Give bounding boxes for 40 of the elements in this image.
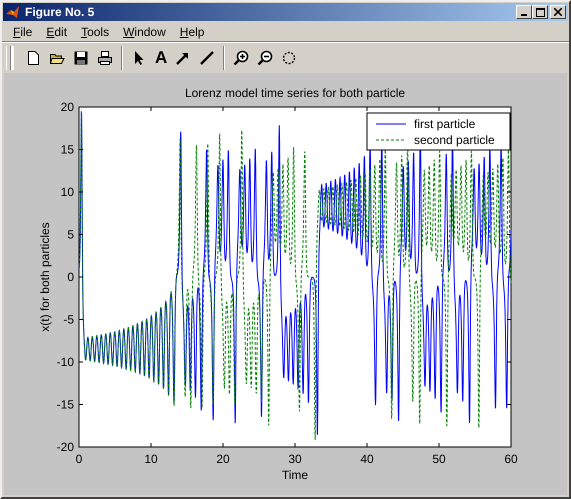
x-tick-label: 50 bbox=[432, 452, 446, 466]
x-tick-label: 20 bbox=[216, 452, 230, 466]
legend-label: first particle bbox=[414, 117, 476, 131]
toolbar-grip bbox=[6, 46, 11, 70]
x-tick-label: 60 bbox=[504, 452, 518, 466]
x-tick-label: 30 bbox=[288, 452, 302, 466]
insert-text-button[interactable]: A bbox=[155, 50, 168, 66]
menu-item[interactable]: File bbox=[6, 24, 40, 38]
menu-item[interactable]: Help bbox=[172, 24, 212, 38]
x-tick-label: 40 bbox=[360, 452, 374, 466]
legend-label: second particle bbox=[414, 133, 495, 147]
maximize-button[interactable] bbox=[532, 5, 548, 19]
maximize-icon bbox=[536, 8, 544, 16]
window-title: Figure No. 5 bbox=[25, 5, 96, 19]
rotate-icon[interactable] bbox=[281, 50, 298, 66]
printer-icon[interactable] bbox=[97, 50, 113, 66]
minimize-button[interactable] bbox=[516, 5, 532, 19]
y-tick-label: 15 bbox=[60, 142, 74, 156]
zoom-in-icon[interactable] bbox=[233, 50, 250, 66]
y-axis-label: x(t) for both particles bbox=[38, 222, 52, 332]
menu-item[interactable]: Window bbox=[116, 24, 173, 38]
close-icon bbox=[554, 8, 562, 16]
y-tick-label: -5 bbox=[63, 312, 74, 326]
close-button[interactable] bbox=[550, 5, 566, 19]
y-tick-label: 0 bbox=[67, 270, 74, 284]
x-tick-label: 10 bbox=[144, 452, 158, 466]
x-axis-label: Time bbox=[282, 468, 308, 482]
y-tick-label: 10 bbox=[60, 185, 74, 199]
zoom-out-icon[interactable] bbox=[257, 50, 274, 66]
y-tick-label: -15 bbox=[56, 398, 74, 412]
new-file-icon[interactable] bbox=[25, 50, 41, 66]
menu-item[interactable]: Tools bbox=[74, 24, 116, 38]
line-icon[interactable] bbox=[199, 50, 216, 66]
x-tick-label: 0 bbox=[76, 452, 82, 466]
y-tick-label: 5 bbox=[67, 228, 74, 242]
chart-title: Lorenz model time series for both particle bbox=[184, 86, 406, 100]
y-tick-label: 20 bbox=[60, 100, 74, 114]
y-tick-label: -10 bbox=[56, 355, 74, 369]
menu-item[interactable]: Edit bbox=[39, 24, 74, 38]
y-tick-label: -20 bbox=[56, 440, 74, 454]
